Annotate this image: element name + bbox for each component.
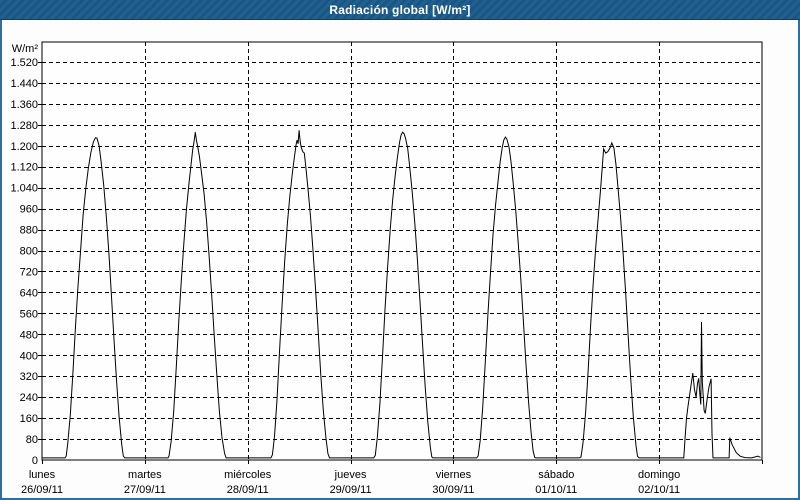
y-tick-label: 400 (20, 350, 38, 362)
y-tick-label: 1.040 (10, 183, 38, 195)
y-tick-label: 800 (20, 246, 38, 258)
y-tick-label: 480 (20, 329, 38, 341)
y-tick-label: 1.520 (10, 57, 38, 69)
day-name-label: jueves (334, 469, 367, 481)
day-date-label: 29/09/11 (330, 484, 372, 496)
y-tick-label: 1.200 (10, 141, 38, 153)
y-tick-label: 880 (20, 225, 38, 237)
y-tick-label: 320 (20, 371, 38, 383)
y-tick-label: 1.440 (10, 78, 38, 90)
day-date-label: 30/09/11 (432, 484, 474, 496)
day-date-label: 02/10/11 (638, 484, 680, 496)
day-name-label: domingo (638, 469, 680, 481)
day-date-label: 27/09/11 (124, 484, 166, 496)
y-tick-label: 1.120 (10, 162, 38, 174)
radiation-chart-window: Radiación global [W/m²] 1.5201.4401.3601… (0, 0, 800, 500)
y-tick-label: 80 (26, 434, 38, 446)
day-date-label: 01/10/11 (535, 484, 577, 496)
y-tick-label: 1.360 (10, 99, 38, 111)
day-name-label: viernes (436, 469, 472, 481)
radiation-chart: 1.520 1.440 1.360 1.280 1.200 1.120 1.040 960 88… (2, 0, 800, 500)
y-tick-label: 1.280 (10, 120, 38, 132)
day-name-label: miércoles (224, 469, 272, 481)
y-axis-unit-label: W/m² (12, 43, 39, 55)
y-tick-label: 960 (20, 204, 38, 216)
day-name-label: martes (128, 469, 162, 481)
y-tick-label: 0 (32, 455, 38, 467)
y-tick-label: 640 (20, 287, 38, 299)
day-name-label: sábado (538, 469, 574, 481)
day-name-label: lunes (29, 469, 56, 481)
y-tick-label: 560 (20, 308, 38, 320)
day-date-label: 26/09/11 (21, 484, 63, 496)
y-tick-label: 160 (20, 413, 38, 425)
y-tick-label: 240 (20, 392, 38, 404)
y-tick-label: 720 (20, 266, 38, 278)
day-date-label: 28/09/11 (227, 484, 269, 496)
